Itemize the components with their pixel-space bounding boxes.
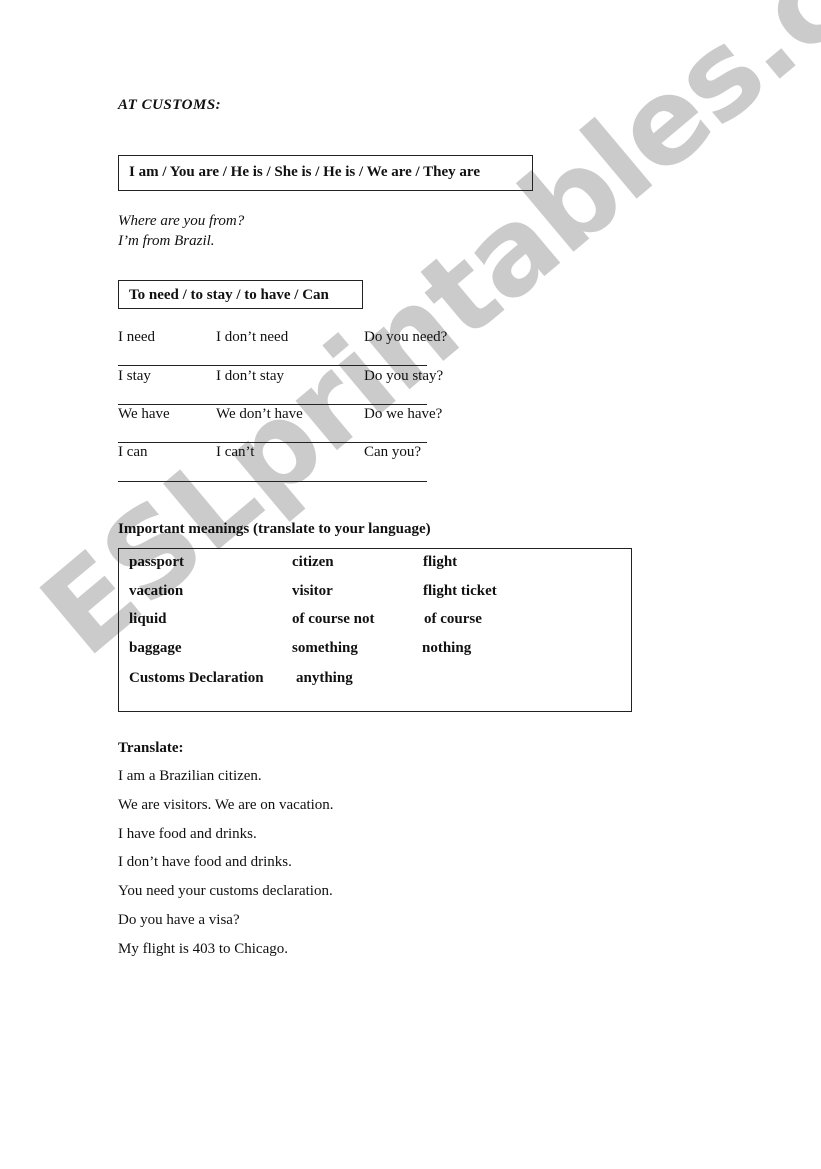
pronouns-box: I am / You are / He is / She is / He is … [118,155,533,191]
verb-cell: I don’t stay [216,368,285,384]
vocab-word: Customs Declaration [129,670,264,686]
verbs-text: To need / to stay / to have / Can [129,287,329,303]
vocab-word: passport [129,554,185,570]
vocab-word: liquid [129,611,167,627]
verb-cell: Can you? [364,444,422,460]
vocab-word: citizen [292,554,334,570]
translate-sentence: I have food and drinks. [118,826,257,842]
vocab-word: visitor [292,583,333,599]
translate-sentence: Do you have a visa? [118,912,240,928]
verb-cell: I stay [118,368,151,384]
vocab-word: of course [424,611,482,627]
verb-cell: Do you stay? [364,368,444,384]
verb-cell: We don’t have [216,406,303,422]
translate-heading: Translate: [118,740,184,756]
verb-cell: I don’t need [216,329,289,345]
translate-sentence: I don’t have food and drinks. [118,854,292,870]
vocab-word: baggage [129,640,182,656]
translate-sentence: We are visitors. We are on vacation. [118,797,334,813]
vocab-word: anything [296,670,353,686]
page-title: AT CUSTOMS: [118,97,222,113]
vocab-word: nothing [422,640,472,656]
verbs-box: To need / to stay / to have / Can [118,280,363,309]
vocab-word: something [292,640,358,656]
verb-cell: Do we have? [364,406,443,422]
dialogue-answer: I’m from Brazil. [118,233,215,249]
vocab-word: flight ticket [423,583,497,599]
translate-sentence: My flight is 403 to Chicago. [118,941,288,957]
verb-cell: I can’t [216,444,255,460]
pronouns-text: I am / You are / He is / She is / He is … [129,164,480,180]
answer-line [118,404,427,405]
answer-line [118,442,427,443]
vocab-word: of course not [292,611,375,627]
verb-cell: We have [118,406,170,422]
answer-line [118,365,427,366]
vocab-word: flight [423,554,458,570]
meanings-heading: Important meanings (translate to your la… [118,521,431,537]
verb-cell: Do you need? [364,329,448,345]
vocab-word: vacation [129,583,184,599]
verb-cell: I can [118,444,148,460]
answer-line [118,481,427,482]
meanings-box [118,548,632,712]
verb-cell: I need [118,329,156,345]
dialogue-question: Where are you from? [118,213,245,229]
translate-sentence: You need your customs declaration. [118,883,333,899]
translate-sentence: I am a Brazilian citizen. [118,768,262,784]
